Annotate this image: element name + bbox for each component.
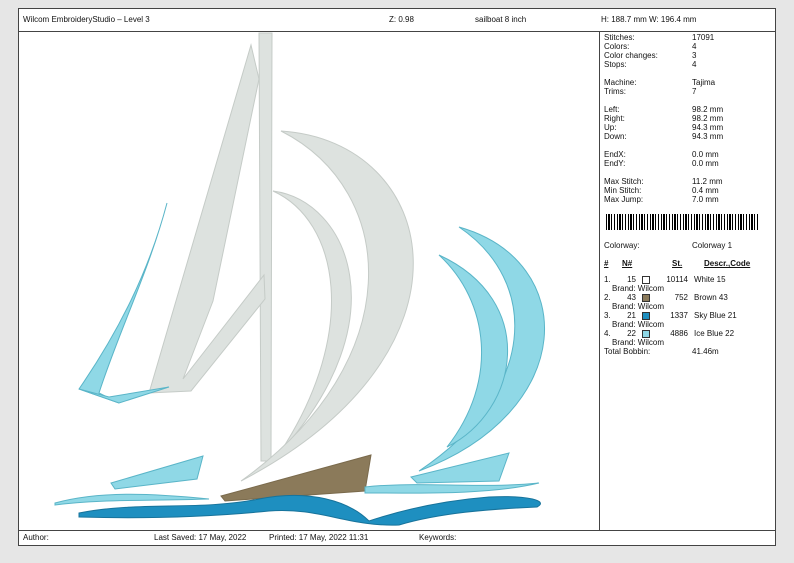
color-row: 1. 15 10114 White 15 Brand: Wilcom <box>600 275 770 293</box>
stat-value: 4 <box>692 42 697 51</box>
color-brand: Brand: Wilcom <box>612 284 665 293</box>
color-stitches: 10114 <box>666 275 688 284</box>
colorway-value: Colorway 1 <box>692 241 733 250</box>
stat-value: 94.3 mm <box>692 123 724 132</box>
color-index: 2. <box>604 293 611 302</box>
stat-row: Down: 94.3 mm <box>600 132 770 142</box>
color-brand: Brand: Wilcom <box>612 302 665 311</box>
stat-label: Right: <box>604 114 625 123</box>
bobbin-label: Total Bobbin: <box>604 347 651 356</box>
wave-left-small <box>110 455 204 490</box>
print-preview-sheet: Wilcom EmbroideryStudio – Level 3 Z: 0.9… <box>18 8 776 546</box>
color-row: 2. 43 752 Brown 43 Brand: Wilcom <box>600 293 770 311</box>
wave-light-right <box>364 482 540 494</box>
color-description: Sky Blue 21 <box>694 311 737 320</box>
color-description: Brown 43 <box>694 293 728 302</box>
footer-bar: Author: Last Saved: 17 May, 2022 Printed… <box>19 530 775 545</box>
color-index: 3. <box>604 311 611 320</box>
color-stitches: 4886 <box>670 329 688 338</box>
col-st: St. <box>672 259 683 268</box>
zoom-level: Z: 0.98 <box>389 15 414 24</box>
color-index: 4. <box>604 329 611 338</box>
stat-label: Left: <box>604 105 620 114</box>
stat-label: Trims: <box>604 87 626 96</box>
color-table-header: # N# St. Descr.,Code <box>600 259 770 269</box>
color-stitches: 752 <box>674 293 688 302</box>
color-description: White 15 <box>694 275 726 284</box>
sailboat-embroidery-graphic <box>54 32 545 526</box>
bobbin-value: 41.46m <box>692 347 719 356</box>
stat-label: Machine: <box>604 78 637 87</box>
stat-value: 0.0 mm <box>692 150 719 159</box>
hull <box>220 454 372 502</box>
stat-value: 0.0 mm <box>692 159 719 168</box>
color-swatch <box>642 312 650 320</box>
stat-label: Min Stitch: <box>604 186 642 195</box>
stat-value: 4 <box>692 60 697 69</box>
printed-date: Printed: 17 May, 2022 11:31 <box>269 533 369 542</box>
col-num: # <box>604 259 609 268</box>
stat-label: Max Stitch: <box>604 177 644 186</box>
stat-label: Up: <box>604 123 617 132</box>
mast <box>258 32 273 462</box>
stat-value: 98.2 mm <box>692 105 724 114</box>
col-n: N# <box>622 259 633 268</box>
barcode <box>606 214 758 230</box>
colorway-row: Colorway: Colorway 1 <box>600 241 770 251</box>
stat-value: Tajima <box>692 78 716 87</box>
stat-value: 0.4 mm <box>692 186 719 195</box>
stat-label: Colors: <box>604 42 630 51</box>
stat-label: Color changes: <box>604 51 658 60</box>
stat-label: Max Jump: <box>604 195 644 204</box>
design-dimensions: H: 188.7 mm W: 196.4 mm <box>601 15 697 24</box>
colorway-label: Colorway: <box>604 241 640 250</box>
last-saved: Last Saved: 17 May, 2022 <box>154 533 247 542</box>
stat-label: Stops: <box>604 60 627 69</box>
color-swatch <box>642 294 650 302</box>
color-number: 21 <box>627 311 636 320</box>
wave-light-left <box>54 493 210 506</box>
left-blue-sail <box>78 202 168 404</box>
stat-label: Down: <box>604 132 627 141</box>
stat-label: Stitches: <box>604 33 635 42</box>
stat-value: 98.2 mm <box>692 114 724 123</box>
color-swatch <box>642 330 650 338</box>
color-number: 22 <box>627 329 636 338</box>
stat-label: EndX: <box>604 150 626 159</box>
stat-value: 3 <box>692 51 697 60</box>
total-bobbin-row: Total Bobbin: 41.46m <box>600 347 770 357</box>
left-sail <box>148 43 266 394</box>
app-title: Wilcom EmbroideryStudio – Level 3 <box>23 15 150 24</box>
stat-value: 7 <box>692 87 697 96</box>
stat-value: 17091 <box>692 33 715 42</box>
color-number: 15 <box>627 275 636 284</box>
color-brand: Brand: Wilcom <box>612 320 665 329</box>
col-descr: Descr.,Code <box>704 259 751 268</box>
color-number: 43 <box>627 293 636 302</box>
design-name: sailboat 8 inch <box>475 15 527 24</box>
author-label: Author: <box>23 533 49 542</box>
stat-value: 11.2 mm <box>692 177 723 186</box>
stat-row: Trims: 7 <box>600 87 770 97</box>
stat-label: EndY: <box>604 159 626 168</box>
design-preview <box>19 31 600 531</box>
stat-value: 7.0 mm <box>692 195 719 204</box>
stat-row: Stops: 4 <box>600 60 770 70</box>
stats-panel: Stitches: 17091 Colors: 4 Color changes: 3 Sto… <box>600 31 775 531</box>
stat-row: Max Jump: 7.0 mm <box>600 195 770 205</box>
color-index: 1. <box>604 275 611 284</box>
color-swatch <box>642 276 650 284</box>
color-stitches: 1337 <box>670 311 688 320</box>
header-bar: Wilcom EmbroideryStudio – Level 3 Z: 0.9… <box>19 9 775 32</box>
color-row: 4. 22 4886 Ice Blue 22 Brand: Wilcom <box>600 329 770 347</box>
color-row: 3. 21 1337 Sky Blue 21 Brand: Wilcom <box>600 311 770 329</box>
color-description: Ice Blue 22 <box>694 329 735 338</box>
stat-value: 94.3 mm <box>692 132 724 141</box>
color-brand: Brand: Wilcom <box>612 338 665 347</box>
keywords-label: Keywords: <box>419 533 457 542</box>
stat-row: EndY: 0.0 mm <box>600 159 770 169</box>
